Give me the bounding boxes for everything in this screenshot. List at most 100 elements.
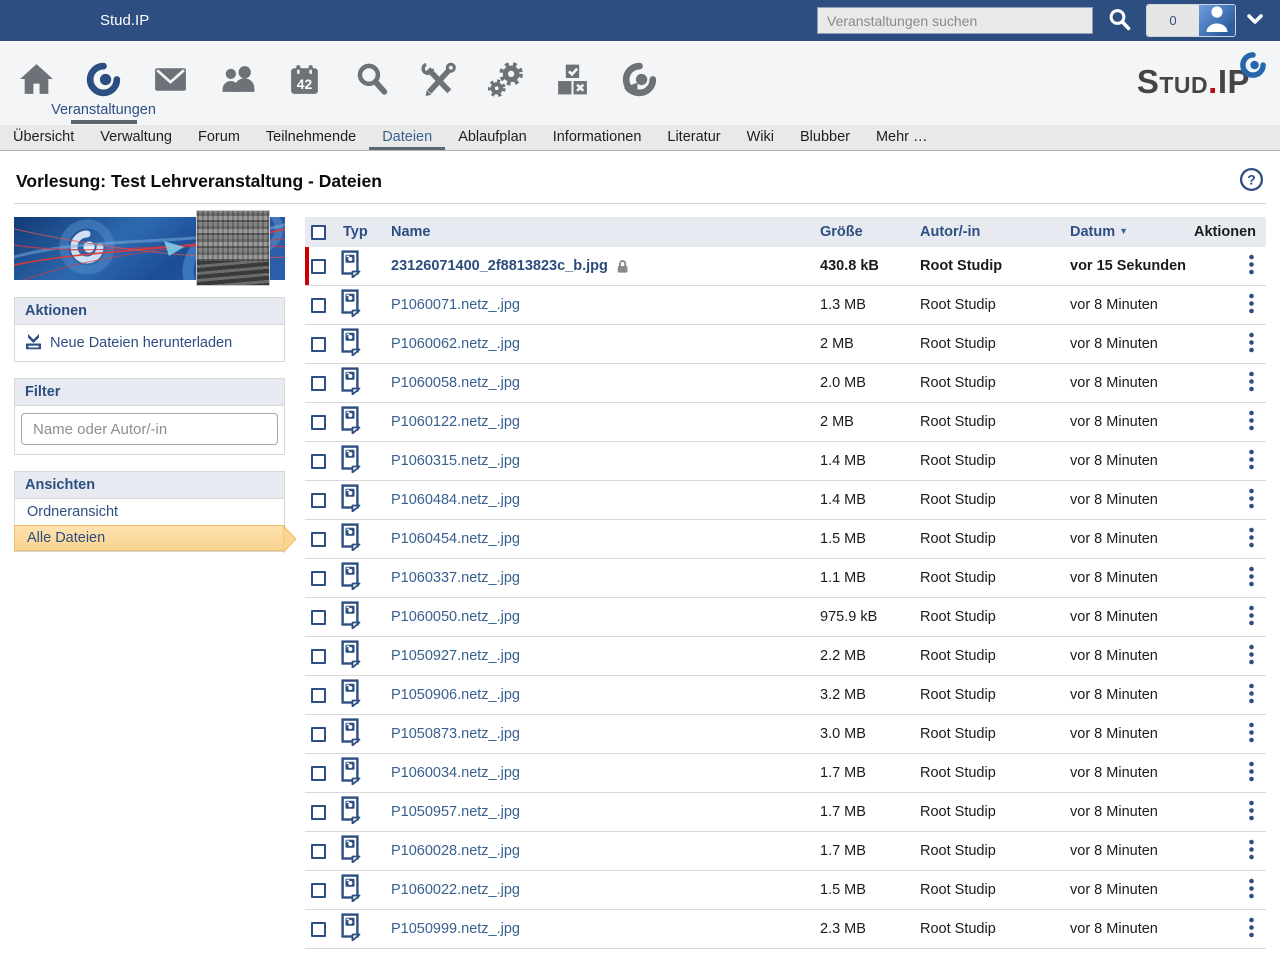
row-checkbox[interactable] <box>311 766 326 781</box>
search-button[interactable] <box>1108 8 1131 34</box>
file-size: 1.1 MB <box>820 570 920 586</box>
nav-community[interactable] <box>204 41 271 125</box>
file-link[interactable]: P1060058.netz_.jpg <box>391 375 520 391</box>
download-new-files-link[interactable]: Neue Dateien herunterladen <box>15 325 284 361</box>
table-row: P1060022.netz_.jpg 1.5 MB Root Studip vo… <box>305 871 1266 910</box>
row-actions-menu-icon[interactable] <box>1248 488 1255 513</box>
help-button[interactable]: ? <box>1239 167 1264 195</box>
row-checkbox[interactable] <box>311 883 326 898</box>
column-date[interactable]: Datum▼ <box>1070 224 1190 240</box>
row-actions-menu-icon[interactable] <box>1248 410 1255 435</box>
notification-counter[interactable]: 0 <box>1147 5 1199 36</box>
row-checkbox[interactable] <box>311 493 326 508</box>
nav-planner[interactable]: 42 <box>271 41 338 125</box>
studip-logo[interactable]: STUD.IP <box>1137 65 1250 98</box>
course-search-input[interactable] <box>817 7 1093 34</box>
file-link[interactable]: P1060484.netz_.jpg <box>391 492 520 508</box>
tab-forum[interactable]: Forum <box>185 125 253 150</box>
nav-evaluation[interactable] <box>539 41 606 125</box>
column-name[interactable]: Name <box>383 224 820 240</box>
file-link[interactable]: P1060337.netz_.jpg <box>391 570 520 586</box>
row-actions-menu-icon[interactable] <box>1248 761 1255 786</box>
row-checkbox[interactable] <box>311 688 326 703</box>
row-checkbox[interactable] <box>311 337 326 352</box>
file-link[interactable]: P1060315.netz_.jpg <box>391 453 520 469</box>
row-actions-menu-icon[interactable] <box>1248 254 1255 279</box>
file-link[interactable]: P1060034.netz_.jpg <box>391 765 520 781</box>
view-item-ordneransicht[interactable]: Ordneransicht <box>15 499 284 525</box>
row-actions-menu-icon[interactable] <box>1248 683 1255 708</box>
file-link[interactable]: P1060071.netz_.jpg <box>391 297 520 313</box>
nav-messages[interactable] <box>137 41 204 125</box>
row-checkbox[interactable] <box>311 454 326 469</box>
file-date: vor 8 Minuten <box>1070 687 1190 703</box>
row-checkbox[interactable] <box>311 532 326 547</box>
file-link[interactable]: P1060050.netz_.jpg <box>391 609 520 625</box>
file-link[interactable]: P1050999.netz_.jpg <box>391 921 520 937</box>
nav-tools[interactable] <box>405 41 472 125</box>
row-actions-menu-icon[interactable] <box>1248 605 1255 630</box>
row-actions-menu-icon[interactable] <box>1248 644 1255 669</box>
row-actions-menu-icon[interactable] <box>1248 293 1255 318</box>
row-checkbox[interactable] <box>311 844 326 859</box>
view-item-alle-dateien[interactable]: Alle Dateien <box>14 525 285 551</box>
row-actions-menu-icon[interactable] <box>1248 800 1255 825</box>
image-file-icon <box>341 796 362 828</box>
tab-wiki[interactable]: Wiki <box>734 125 787 150</box>
row-actions-menu-icon[interactable] <box>1248 449 1255 474</box>
row-actions-menu-icon[interactable] <box>1248 566 1255 591</box>
row-checkbox[interactable] <box>311 415 326 430</box>
row-checkbox[interactable] <box>311 649 326 664</box>
table-row: P1060454.netz_.jpg 1.5 MB Root Studip vo… <box>305 520 1266 559</box>
column-typ[interactable]: Typ <box>339 224 383 240</box>
filter-input[interactable] <box>21 413 278 445</box>
column-size[interactable]: Größe <box>820 224 920 240</box>
tab-informationen[interactable]: Informationen <box>540 125 655 150</box>
row-actions-menu-icon[interactable] <box>1248 527 1255 552</box>
nav-admin[interactable] <box>472 41 539 125</box>
file-link[interactable]: P1060062.netz_.jpg <box>391 336 520 352</box>
select-all-checkbox[interactable] <box>311 225 326 240</box>
row-checkbox[interactable] <box>311 805 326 820</box>
file-link[interactable]: P1060022.netz_.jpg <box>391 882 520 898</box>
row-actions-menu-icon[interactable] <box>1248 371 1255 396</box>
course-banner <box>14 217 285 280</box>
tools-icon <box>420 61 457 125</box>
tab-verwaltung[interactable]: Verwaltung <box>87 125 185 150</box>
nav-search[interactable] <box>338 41 405 125</box>
row-checkbox[interactable] <box>311 922 326 937</box>
row-checkbox[interactable] <box>311 610 326 625</box>
file-link[interactable]: P1050906.netz_.jpg <box>391 687 520 703</box>
row-checkbox[interactable] <box>311 376 326 391</box>
row-actions-menu-icon[interactable] <box>1248 722 1255 747</box>
nav-studip-spiral[interactable] <box>606 41 673 125</box>
file-link[interactable]: P1060454.netz_.jpg <box>391 531 520 547</box>
file-link[interactable]: P1050957.netz_.jpg <box>391 804 520 820</box>
tab-übersicht[interactable]: Übersicht <box>0 125 87 150</box>
file-link[interactable]: 23126071400_2f8813823c_b.jpg <box>391 258 608 274</box>
file-link[interactable]: P1050927.netz_.jpg <box>391 648 520 664</box>
row-actions-menu-icon[interactable] <box>1248 917 1255 942</box>
tab-teilnehmende[interactable]: Teilnehmende <box>253 125 369 150</box>
file-link[interactable]: P1050873.netz_.jpg <box>391 726 520 742</box>
row-checkbox[interactable] <box>311 727 326 742</box>
tab-ablaufplan[interactable]: Ablaufplan <box>445 125 540 150</box>
user-menu-button[interactable] <box>1246 12 1264 29</box>
tab-blubber[interactable]: Blubber <box>787 125 863 150</box>
row-actions-menu-icon[interactable] <box>1248 878 1255 903</box>
tab-literatur[interactable]: Literatur <box>654 125 733 150</box>
row-actions-menu-icon[interactable] <box>1248 839 1255 864</box>
file-link[interactable]: P1060122.netz_.jpg <box>391 414 520 430</box>
row-checkbox[interactable] <box>311 298 326 313</box>
file-link[interactable]: P1060028.netz_.jpg <box>391 843 520 859</box>
nav-courses[interactable]: Veranstaltungen <box>70 41 137 125</box>
column-author[interactable]: Autor/-in <box>920 224 1070 240</box>
file-size: 1.7 MB <box>820 843 920 859</box>
tab-dateien[interactable]: Dateien <box>369 125 445 150</box>
avatar[interactable] <box>1199 5 1235 36</box>
image-file-icon <box>341 874 362 906</box>
tab-mehr-[interactable]: Mehr … <box>863 125 941 150</box>
row-actions-menu-icon[interactable] <box>1248 332 1255 357</box>
row-checkbox[interactable] <box>311 259 326 274</box>
row-checkbox[interactable] <box>311 571 326 586</box>
